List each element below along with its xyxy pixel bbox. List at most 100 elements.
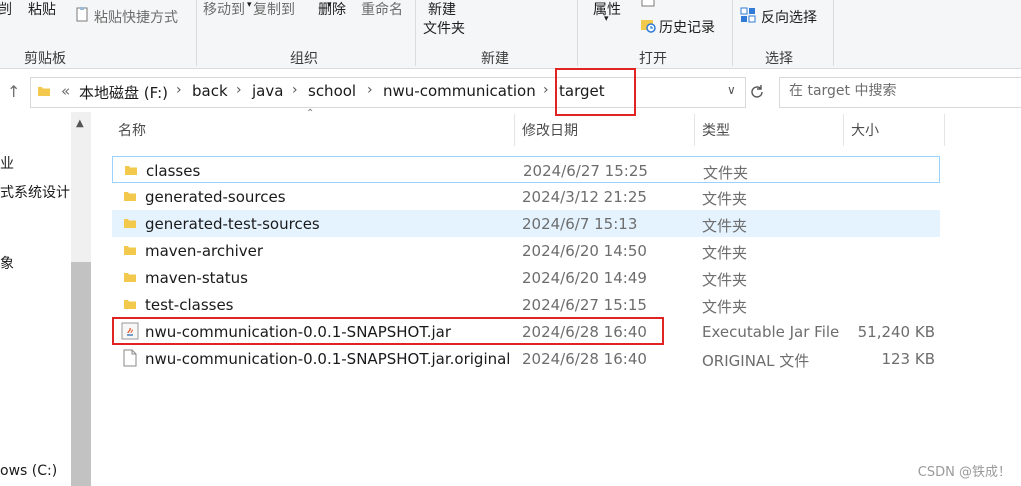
highlight-box-target — [555, 68, 636, 116]
folder-icon — [124, 273, 136, 282]
file-row[interactable]: generated-test-sources 2024/6/7 15:13 文件… — [112, 210, 940, 237]
search-box[interactable] — [779, 77, 1021, 108]
column-divider[interactable] — [514, 114, 515, 146]
chevron-right-icon[interactable]: › — [367, 82, 373, 98]
file-type: 文件夹 — [702, 217, 748, 235]
history-icon — [641, 20, 656, 33]
ribbon-divider — [833, 0, 834, 66]
column-divider[interactable] — [843, 114, 844, 146]
paste-button[interactable]: 粘贴 — [28, 0, 56, 19]
chevron-right-icon[interactable]: › — [543, 82, 549, 98]
group-organize-label: 组织 — [290, 51, 318, 67]
new-folder-button-line2[interactable]: 文件夹 — [423, 18, 465, 38]
folder-icon — [124, 300, 136, 309]
nav-item-drive-c[interactable]: ows (C:) — [0, 463, 57, 479]
file-type: 文件夹 — [702, 244, 748, 262]
column-header-name[interactable]: 名称 — [118, 120, 146, 140]
sort-ascending-icon: ⌃ — [306, 108, 315, 119]
rename-button[interactable]: 重命名 — [361, 0, 403, 19]
breadcrumb-back[interactable]: back — [192, 82, 228, 100]
up-arrow-icon[interactable]: ↑ — [7, 82, 20, 101]
move-to-button[interactable]: 移动到 — [203, 0, 245, 19]
copy-to-button[interactable]: 复制到 — [253, 0, 295, 19]
chevron-right-icon[interactable]: › — [176, 82, 182, 98]
file-type: Executable Jar File — [702, 323, 840, 341]
nav-item[interactable]: 业 — [0, 153, 14, 173]
chevron-right-icon[interactable]: › — [292, 82, 298, 98]
folder-icon — [38, 87, 50, 96]
edit-icon — [641, 0, 655, 7]
file-row[interactable]: maven-status 2024/6/20 14:49 文件夹 — [112, 264, 940, 291]
file-type: 文件夹 — [702, 298, 748, 316]
column-header-size[interactable]: 大小 — [851, 120, 879, 140]
ribbon-fragment[interactable]: 剀 — [0, 0, 12, 19]
folder-icon — [124, 246, 136, 255]
new-folder-button-line1[interactable]: 新建 — [428, 0, 456, 19]
folder-icon — [124, 219, 136, 228]
ribbon-divider — [415, 0, 416, 66]
file-type: 文件夹 — [702, 190, 748, 208]
breadcrumb-school[interactable]: school — [308, 82, 356, 100]
file-type: 文件夹 — [703, 164, 749, 182]
file-type: 文件夹 — [702, 271, 748, 289]
scroll-up-icon[interactable]: ▲ — [76, 118, 84, 129]
invert-selection-icon — [740, 7, 756, 23]
file-date: 2024/6/7 15:13 — [522, 215, 638, 233]
breadcrumb-drive[interactable]: 本地磁盘 (F:) — [79, 82, 168, 103]
delete-button[interactable]: 删除 — [318, 0, 346, 19]
file-row[interactable]: generated-sources 2024/3/12 21:25 文件夹 — [112, 183, 940, 210]
file-row[interactable]: maven-archiver 2024/6/20 14:50 文件夹 — [112, 237, 940, 264]
group-new-label: 新建 — [481, 51, 509, 67]
file-row[interactable]: nwu-communication-0.0.1-SNAPSHOT.jar.ori… — [112, 345, 940, 372]
ribbon-divider — [577, 0, 578, 66]
breadcrumb-overflow[interactable]: « — [61, 82, 70, 100]
paste-shortcut-button[interactable]: 粘贴快捷方式 — [94, 7, 178, 27]
column-header-type[interactable]: 类型 — [702, 120, 730, 140]
invert-selection-button[interactable]: 反向选择 — [761, 7, 817, 27]
file-size: 51,240 KB — [857, 323, 935, 341]
file-date: 2024/6/27 15:15 — [522, 296, 647, 314]
nav-item[interactable]: 象 — [0, 253, 14, 273]
file-date: 2024/3/12 21:25 — [522, 188, 647, 206]
watermark: CSDN @铁成！ — [917, 465, 1011, 480]
paste-shortcut-icon — [76, 7, 88, 22]
file-name: classes — [146, 162, 201, 180]
file-type: ORIGINAL 文件 — [702, 352, 810, 370]
folder-icon — [125, 166, 137, 175]
search-input[interactable] — [789, 83, 1009, 99]
breadcrumb-project[interactable]: nwu-communication — [383, 82, 536, 100]
chevron-right-icon[interactable]: › — [236, 82, 242, 98]
file-name: maven-archiver — [145, 242, 264, 260]
file-row[interactable]: test-classes 2024/6/27 15:15 文件夹 — [112, 291, 940, 318]
chevron-down-icon[interactable]: ∨ — [727, 83, 736, 97]
group-clipboard-label: 剪贴板 — [24, 51, 66, 67]
file-name: generated-test-sources — [145, 215, 320, 233]
file-name: maven-status — [145, 269, 248, 287]
dropdown-arrow-icon: ▾ — [604, 14, 609, 24]
file-name: nwu-communication-0.0.1-SNAPSHOT.jar.ori… — [145, 350, 511, 368]
refresh-icon[interactable] — [748, 83, 766, 101]
ribbon: 剀 粘贴 粘贴快捷方式 剪贴板 移动到 复制到 删除 重命名 ▾ ▾ 组织 新建… — [0, 0, 1021, 69]
nav-scrollbar-thumb[interactable] — [71, 262, 91, 486]
ribbon-divider — [732, 0, 733, 66]
file-size: 123 KB — [881, 350, 935, 368]
file-name: test-classes — [145, 296, 234, 314]
dropdown-arrow-icon: ▾ — [247, 0, 252, 10]
column-divider[interactable] — [944, 114, 945, 146]
ribbon-divider — [196, 0, 197, 66]
column-header-date[interactable]: 修改日期 — [522, 120, 578, 140]
file-date: 2024/6/27 15:25 — [523, 162, 648, 180]
column-divider[interactable] — [694, 114, 695, 146]
file-row[interactable]: classes 2024/6/27 15:25 文件夹 — [112, 156, 940, 183]
file-date: 2024/6/28 16:40 — [522, 350, 647, 368]
highlight-box-jar — [112, 317, 664, 345]
nav-item[interactable]: 式系统设计 — [0, 182, 70, 202]
file-icon — [123, 349, 137, 367]
file-name: generated-sources — [145, 188, 286, 206]
folder-icon — [124, 192, 136, 201]
file-date: 2024/6/20 14:49 — [522, 269, 647, 287]
group-select-label: 选择 — [765, 51, 793, 67]
history-button[interactable]: 历史记录 — [659, 17, 715, 37]
breadcrumb-java[interactable]: java — [252, 82, 283, 100]
dropdown-arrow-icon: ▾ — [327, 0, 332, 10]
